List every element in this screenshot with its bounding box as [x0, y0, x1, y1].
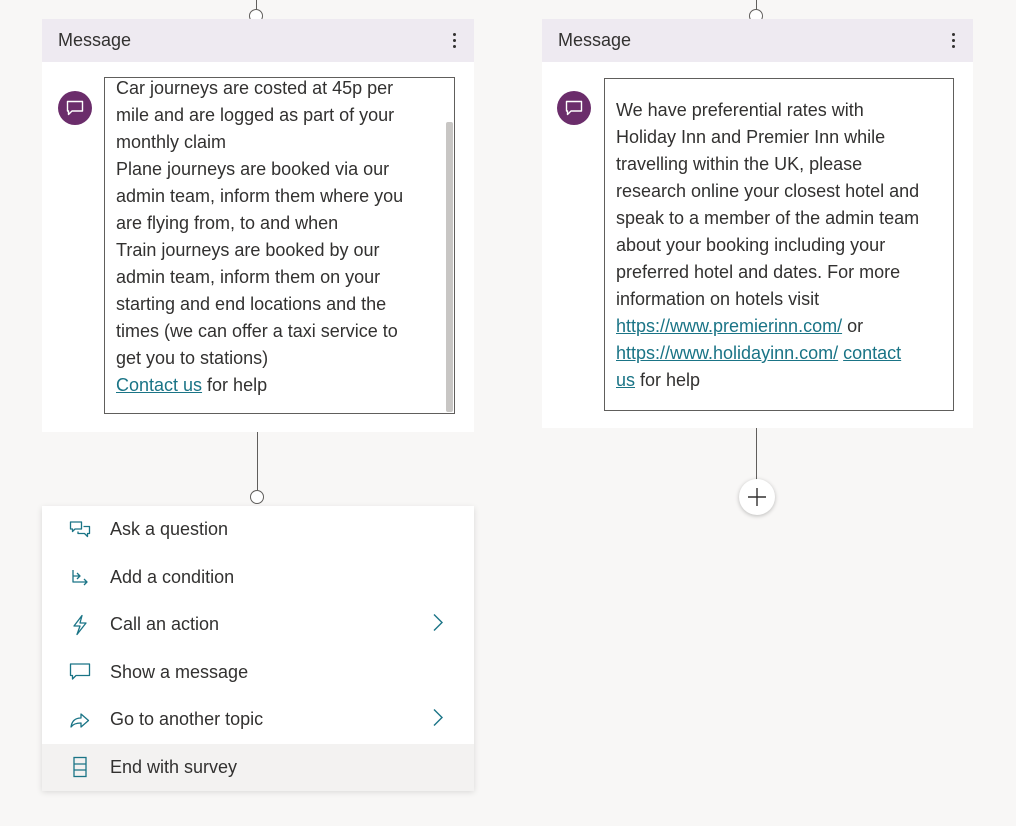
connector-right-bottom: [756, 428, 757, 480]
text-line: Train journeys are booked by our: [116, 240, 380, 260]
text-line: admin team, inform them where you: [116, 186, 404, 206]
message-avatar-icon: [557, 91, 591, 125]
condition-icon: [68, 565, 92, 589]
message-text-box[interactable]: Car journeys are costed at 45p per mile …: [104, 77, 455, 414]
text-line: https://www.holidayinn.com/ contact: [616, 340, 945, 367]
menu-item-call-action[interactable]: Call an action: [42, 601, 474, 649]
text-line: travelling within the UK, please: [616, 154, 863, 174]
text-line: speak to a member of the admin team: [616, 208, 920, 228]
menu-item-label: End with survey: [110, 756, 238, 777]
card-header: Message: [542, 19, 973, 62]
redirect-icon: [68, 708, 92, 732]
contact-us-link[interactable]: Contact us: [116, 375, 202, 395]
text-line: Contact us for help: [116, 372, 440, 399]
link-suffix: for help: [635, 370, 701, 390]
menu-item-label: Ask a question: [110, 519, 229, 540]
message-text: We have preferential rates with Holiday …: [616, 97, 945, 394]
menu-item-end-with-survey[interactable]: End with survey: [42, 743, 474, 791]
menu-item-show-message[interactable]: Show a message: [42, 649, 474, 697]
text-line: We have preferential rates with: [616, 100, 864, 120]
message-avatar-icon: [58, 91, 92, 125]
contact-us-link-continued[interactable]: us: [616, 370, 635, 390]
text-line: are flying from, to and when: [116, 213, 339, 233]
holidayinn-link[interactable]: https://www.holidayinn.com/: [616, 343, 838, 363]
text-line: us for help: [616, 367, 945, 394]
menu-item-ask-question[interactable]: Ask a question: [42, 506, 474, 554]
chevron-right-icon: [432, 707, 444, 732]
message-text: Car journeys are costed at 45p per mile …: [116, 78, 440, 399]
add-node-menu: Ask a question Add a condition Call an a…: [42, 506, 474, 791]
menu-item-label: Add a condition: [110, 566, 235, 587]
text-line: preferred hotel and dates. For more: [616, 262, 901, 282]
menu-item-label: Show a message: [110, 661, 249, 682]
text-line: monthly claim: [116, 132, 227, 152]
more-options-icon[interactable]: [450, 33, 458, 48]
link-suffix: for help: [202, 375, 268, 395]
menu-item-add-condition[interactable]: Add a condition: [42, 554, 474, 602]
text-line: get you to stations): [116, 348, 269, 368]
message-icon: [68, 660, 92, 684]
message-card-right[interactable]: Message We have preferential rates with …: [542, 19, 973, 428]
bottom-node-left: [250, 490, 264, 504]
menu-item-label: Go to another topic: [110, 709, 264, 730]
text-line: admin team, inform them on your: [116, 267, 381, 287]
text-fragment: or: [842, 316, 864, 336]
card-title: Message: [58, 30, 132, 50]
card-header: Message: [42, 19, 474, 62]
lightning-icon: [68, 613, 92, 637]
text-line: https://www.premierinn.com/ or: [616, 313, 945, 340]
menu-item-label: Call an action: [110, 614, 220, 635]
text-line: research online your closest hotel and: [616, 181, 920, 201]
text-line: starting and end locations and the: [116, 294, 387, 314]
scrollbar-thumb[interactable]: [446, 122, 453, 412]
plus-icon: [748, 488, 766, 506]
text-line: times (we can offer a taxi service to: [116, 321, 398, 341]
add-node-button[interactable]: [739, 479, 775, 515]
text-line: mile and are logged as part of your: [116, 105, 395, 125]
text-line: Holiday Inn and Premier Inn while: [616, 127, 886, 147]
survey-icon: [68, 755, 92, 779]
text-line: Car journeys are costed at 45p per: [116, 78, 394, 98]
connector-left-bottom: [257, 432, 258, 490]
contact-us-link[interactable]: contact: [843, 343, 901, 363]
text-line: information on hotels visit: [616, 289, 820, 309]
more-options-icon[interactable]: [949, 33, 957, 48]
premierinn-link[interactable]: https://www.premierinn.com/: [616, 316, 842, 336]
text-line: about your booking including your: [616, 235, 886, 255]
scrollbar[interactable]: [445, 78, 454, 413]
ask-question-icon: [68, 518, 92, 542]
text-line: Plane journeys are booked via our: [116, 159, 390, 179]
message-card-left[interactable]: Message Car journeys are costed at 45p p…: [42, 19, 474, 432]
card-title: Message: [558, 30, 632, 50]
chevron-right-icon: [432, 612, 444, 637]
message-text-box[interactable]: We have preferential rates with Holiday …: [604, 78, 954, 411]
menu-item-go-to-topic[interactable]: Go to another topic: [42, 696, 474, 744]
